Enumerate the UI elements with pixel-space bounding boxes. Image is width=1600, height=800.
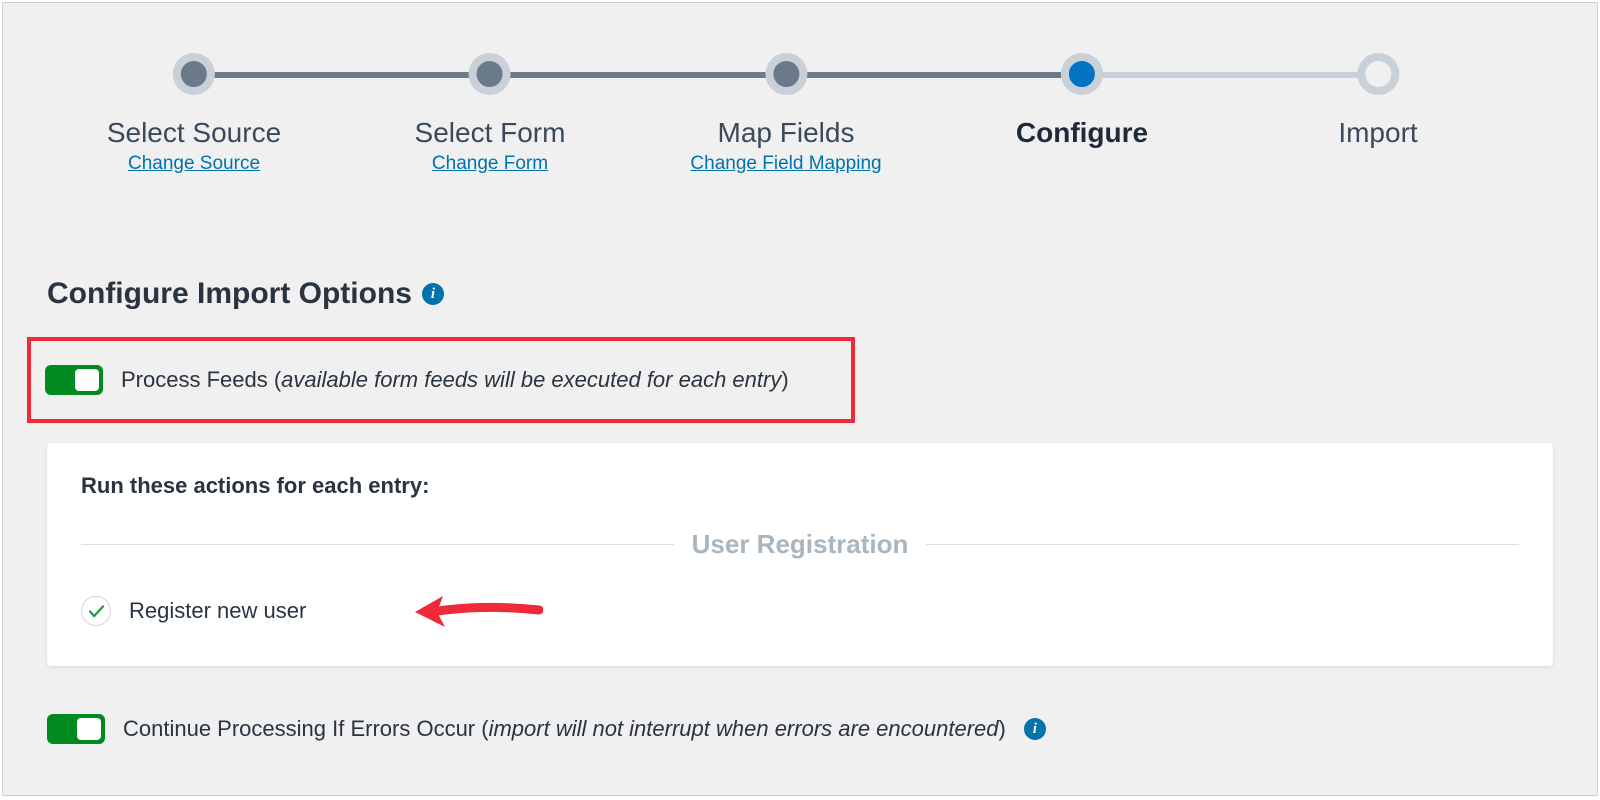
change-source-link[interactable]: Change Source xyxy=(107,153,281,175)
step-label: Configure xyxy=(1016,117,1148,149)
section-title-text: Configure Import Options xyxy=(47,277,412,311)
step-select-form[interactable]: Select Form Change Form xyxy=(415,53,566,175)
step-circle-done-icon xyxy=(469,53,511,95)
continue-processing-label: Continue Processing If Errors Occur (imp… xyxy=(123,716,1006,742)
action-register-new-user[interactable]: Register new user xyxy=(81,596,1519,626)
process-feeds-text: Process Feeds xyxy=(121,367,274,392)
section-title: Configure Import Options i xyxy=(47,277,1553,311)
paren-close: ) xyxy=(999,716,1006,741)
continue-processing-toggle[interactable] xyxy=(47,714,105,744)
wizard-stepper: Select Source Change Source Select Form … xyxy=(3,3,1597,193)
checkmark-icon xyxy=(89,605,104,618)
continue-processing-text: Continue Processing If Errors Occur xyxy=(123,716,481,741)
paren-close: ) xyxy=(781,367,788,392)
step-label: Map Fields xyxy=(690,117,881,149)
change-form-link[interactable]: Change Form xyxy=(415,153,566,175)
action-label: Register new user xyxy=(129,598,306,624)
continue-processing-note: import will not interrupt when errors ar… xyxy=(489,716,999,741)
actions-card-title: Run these actions for each entry: xyxy=(81,473,1519,499)
step-label: Import xyxy=(1338,117,1417,149)
group-divider: User Registration xyxy=(81,529,1519,560)
change-field-mapping-link[interactable]: Change Field Mapping xyxy=(690,153,881,175)
toggle-knob xyxy=(77,718,101,740)
info-icon[interactable]: i xyxy=(1024,718,1046,740)
continue-processing-row: Continue Processing If Errors Occur (imp… xyxy=(47,714,1553,744)
group-label: User Registration xyxy=(692,529,909,560)
step-circle-current-icon xyxy=(1061,53,1103,95)
divider-line xyxy=(926,544,1519,545)
annotation-arrow-icon xyxy=(413,592,543,632)
process-feeds-toggle[interactable] xyxy=(45,365,103,395)
toggle-knob xyxy=(75,369,99,391)
info-icon[interactable]: i xyxy=(422,283,444,305)
step-label: Select Source xyxy=(107,117,281,149)
divider-line xyxy=(81,544,674,545)
step-circle-future-icon xyxy=(1357,53,1399,95)
paren-open: ( xyxy=(481,716,488,741)
action-checkbox[interactable] xyxy=(81,596,111,626)
actions-card: Run these actions for each entry: User R… xyxy=(47,443,1553,666)
process-feeds-highlight: Process Feeds (available form feeds will… xyxy=(27,337,855,423)
step-circle-done-icon xyxy=(765,53,807,95)
step-circle-done-icon xyxy=(173,53,215,95)
step-map-fields[interactable]: Map Fields Change Field Mapping xyxy=(690,53,881,175)
process-feeds-label: Process Feeds (available form feeds will… xyxy=(121,367,789,393)
step-import[interactable]: Import xyxy=(1338,53,1417,149)
step-configure[interactable]: Configure xyxy=(1016,53,1148,149)
step-select-source[interactable]: Select Source Change Source xyxy=(107,53,281,175)
step-label: Select Form xyxy=(415,117,566,149)
process-feeds-note: available form feeds will be executed fo… xyxy=(281,367,781,392)
